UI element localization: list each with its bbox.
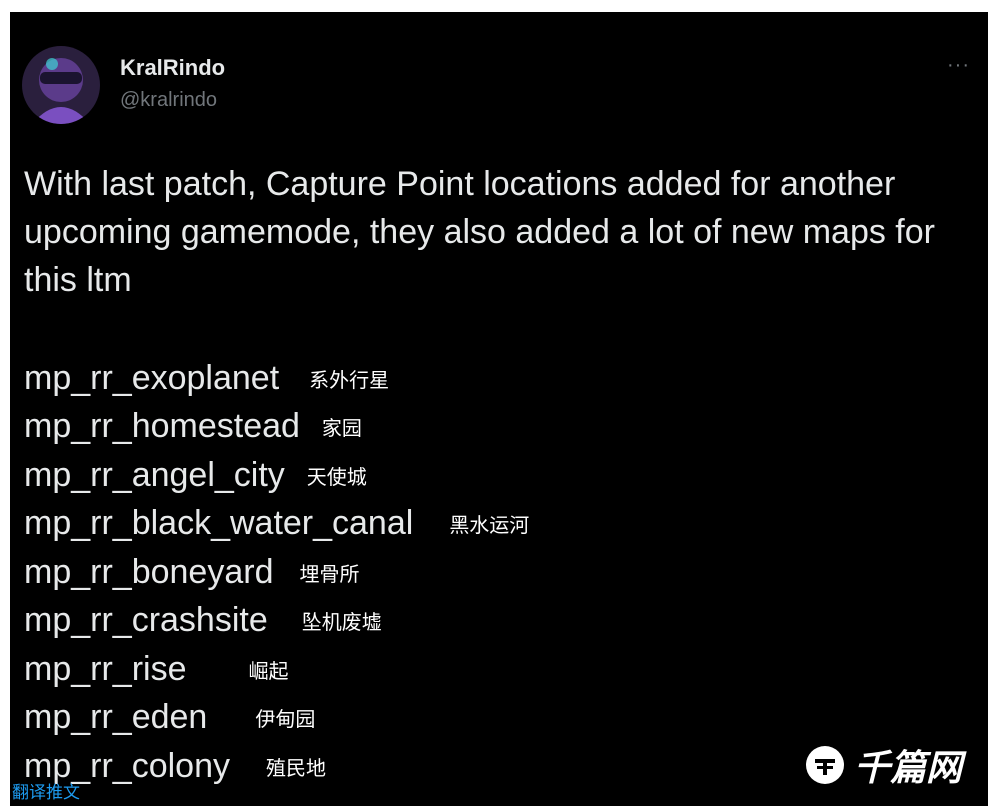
- map-chinese-name: 崛起: [248, 660, 289, 683]
- list-item: mp_rr_homestead 家园: [24, 403, 529, 452]
- map-chinese-name: 伊甸园: [255, 709, 316, 732]
- map-chinese-name: 系外行星: [309, 369, 390, 392]
- list-item: mp_rr_exoplanet 系外行星: [24, 354, 529, 403]
- author-display-name[interactable]: KralRindo: [120, 55, 225, 81]
- watermark-text: 千篇网: [853, 747, 962, 788]
- author-handle[interactable]: @kralrindo: [120, 89, 217, 112]
- map-chinese-name: 坠机废墟: [301, 612, 382, 635]
- qianpian-logo-icon: [805, 746, 844, 784]
- map-chinese-name: 殖民地: [265, 757, 326, 780]
- map-id: mp_rr_black_water_canal: [24, 504, 414, 543]
- list-item: mp_rr_colony 殖民地: [24, 742, 529, 791]
- list-item: mp_rr_angel_city 天使城: [24, 451, 529, 500]
- watermark: 千篇网: [805, 739, 962, 791]
- translate-tweet-link[interactable]: 翻译推文: [12, 778, 80, 803]
- map-id: mp_rr_boneyard: [24, 552, 274, 591]
- more-options-icon[interactable]: ···: [947, 54, 970, 77]
- tweet-card: KralRindo @kralrindo ··· With last patch…: [10, 12, 988, 806]
- map-list: mp_rr_exoplanet 系外行星 mp_rr_homestead 家园 …: [24, 354, 529, 791]
- map-chinese-name: 家园: [321, 418, 362, 441]
- map-id: mp_rr_rise: [24, 649, 187, 688]
- map-chinese-name: 黑水运河: [449, 515, 530, 538]
- list-item: mp_rr_boneyard 埋骨所: [24, 548, 529, 597]
- map-id: mp_rr_homestead: [24, 407, 300, 446]
- map-id: mp_rr_eden: [24, 698, 208, 737]
- list-item: mp_rr_black_water_canal 黑水运河: [24, 500, 529, 549]
- avatar-image: [22, 46, 100, 124]
- list-item: mp_rr_crashsite 坠机废墟: [24, 597, 529, 646]
- map-chinese-name: 天使城: [306, 466, 367, 489]
- map-chinese-name: 埋骨所: [299, 563, 360, 586]
- map-id: mp_rr_crashsite: [24, 601, 268, 640]
- list-item: mp_rr_rise 崛起: [24, 645, 529, 694]
- tweet-text: With last patch, Capture Point locations…: [24, 165, 935, 299]
- map-id: mp_rr_exoplanet: [24, 358, 280, 397]
- list-item: mp_rr_eden 伊甸园: [24, 694, 529, 743]
- avatar[interactable]: [22, 46, 100, 124]
- map-id: mp_rr_angel_city: [24, 455, 285, 494]
